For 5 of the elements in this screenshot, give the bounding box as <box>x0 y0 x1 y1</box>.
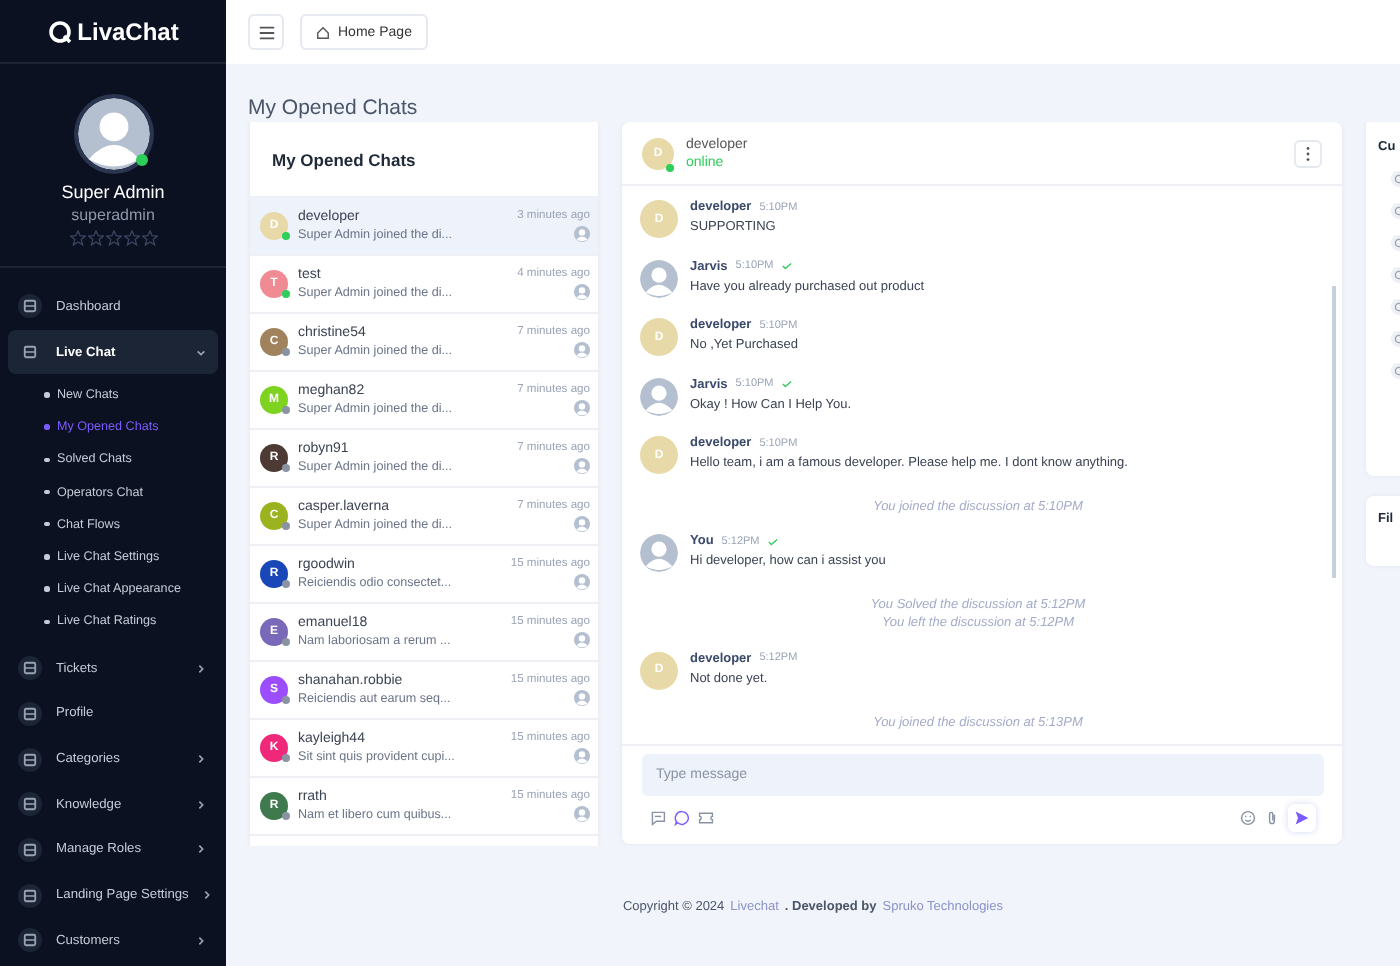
user-role: superadmin <box>71 206 155 224</box>
card-title: My Opened Chats <box>272 150 416 170</box>
brand-name: LivaChat <box>77 17 179 45</box>
page-title: My Opened Chats <box>246 94 420 122</box>
user-name: Super Admin <box>61 182 165 202</box>
